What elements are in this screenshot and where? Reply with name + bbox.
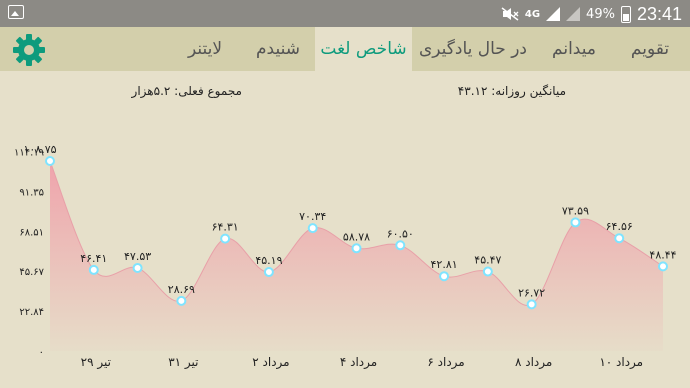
data-point[interactable] <box>658 261 668 272</box>
y-tick-label: ۶۸.۵۱ <box>19 227 44 238</box>
tab-heard[interactable]: شنیدم <box>244 27 312 71</box>
battery-icon <box>620 5 631 23</box>
y-tick-label: ۰ <box>39 347 44 358</box>
x-tick-label: ۴ مرداد <box>340 355 377 370</box>
data-label: ۴۵.۴۷ <box>474 254 501 267</box>
status-bar: 4G 49% 23:41 <box>0 0 690 27</box>
gallery-icon <box>8 5 24 19</box>
data-point[interactable] <box>395 240 406 251</box>
data-label: ۴۵.۱۹ <box>255 254 282 267</box>
data-point[interactable] <box>614 233 625 244</box>
data-label: ۷۰.۳۴ <box>299 210 326 223</box>
data-point[interactable] <box>220 233 231 244</box>
word-index-chart: ۰۲۲.۸۴۴۵.۶۷۶۸.۵۱۹۱.۳۵۱۱۴.۱۹ ۱۰۸.۷۵۴۶.۴۱ ۴… <box>14 143 677 370</box>
x-tick-label: ۶ مرداد <box>427 355 464 370</box>
data-label: ۲۸.۶۹ <box>168 283 195 296</box>
data-label: ۷۳.۵۹ <box>562 204 589 217</box>
mute-icon <box>501 7 519 21</box>
data-label: ۴۸.۴۴ <box>649 248 676 261</box>
battery-percent: 49% <box>586 6 615 22</box>
data-point[interactable] <box>307 223 318 234</box>
x-tick-label: ۳۱ تیر <box>168 355 198 370</box>
gear-icon[interactable] <box>12 33 46 67</box>
data-label: ۴۲.۸۱ <box>431 258 458 271</box>
clock: 23:41 <box>636 3 682 24</box>
y-tick-label: ۴۵.۶۷ <box>19 267 44 278</box>
data-label: ۶۴.۵۶ <box>606 220 633 233</box>
data-point[interactable] <box>439 271 450 282</box>
data-label: ۶۴.۳۱ <box>212 221 239 234</box>
data-point[interactable] <box>570 217 581 228</box>
y-tick-label: ۲۲.۸۴ <box>19 307 44 318</box>
tab-learning[interactable]: در حال یادگیری <box>413 27 533 71</box>
data-point[interactable] <box>88 264 99 275</box>
data-point[interactable] <box>263 267 274 278</box>
data-label: ۱۰۸.۷۵ <box>23 143 56 156</box>
data-label: ۵۸.۷۸ <box>343 230 370 243</box>
tab-calendar[interactable]: تقویم <box>615 27 685 71</box>
signal-icon-2 <box>566 7 581 21</box>
data-point[interactable] <box>176 295 187 306</box>
signal-icon <box>546 7 561 21</box>
y-tick-label: ۹۱.۳۵ <box>19 187 44 198</box>
data-point[interactable] <box>482 266 493 277</box>
data-point[interactable] <box>351 243 362 254</box>
network-type: 4G <box>524 8 541 20</box>
tab-leitner[interactable]: لایتنر <box>168 27 242 71</box>
data-point[interactable] <box>45 156 55 167</box>
tab-known[interactable]: میدانم <box>535 27 613 71</box>
data-label: ۶۰.۵۰ <box>387 227 414 240</box>
data-label: ۴۷.۵۳ <box>124 250 151 263</box>
x-tick-label: ۱۰ مرداد <box>599 355 643 370</box>
x-tick-label: ۸ مرداد <box>515 355 552 370</box>
x-tick-label: ۲ مرداد <box>252 355 289 370</box>
tab-bar: تقویم میدانم در حال یادگیری شاخص لغت شنی… <box>0 27 690 71</box>
data-label: ۲۶.۷۲ <box>518 286 545 299</box>
x-tick-label: ۲۹ تیر <box>81 355 111 370</box>
tab-word-index[interactable]: شاخص لغت <box>315 27 412 71</box>
data-point[interactable] <box>526 299 537 310</box>
data-label: ۴۶.۴۱ <box>80 252 107 265</box>
data-point[interactable] <box>132 262 143 273</box>
